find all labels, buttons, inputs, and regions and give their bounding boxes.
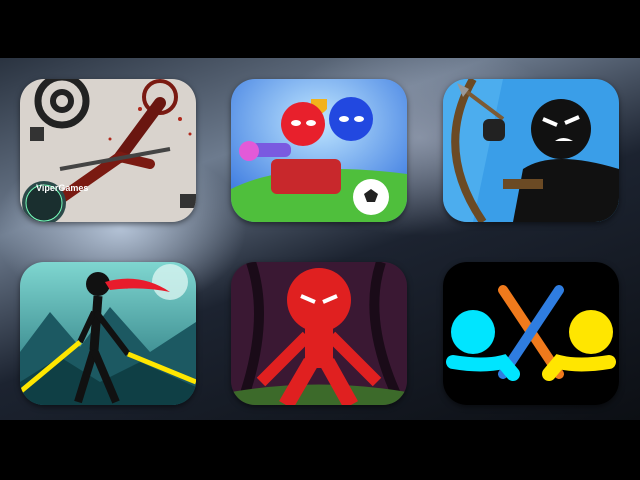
app-icon-ragdoll[interactable]: ViperGames — [20, 79, 196, 222]
stickman-ninja-icon — [20, 262, 196, 405]
badge-label: ViperGames — [36, 183, 88, 193]
app-icon-ninja[interactable] — [20, 262, 196, 405]
stickman-party-icon — [231, 79, 407, 222]
app-icon-red-stickman[interactable] — [231, 262, 407, 405]
app-icon-party[interactable] — [231, 79, 407, 222]
red-stickman-icon — [231, 262, 407, 405]
stickman-duel-icon — [443, 262, 619, 405]
stickman-ragdoll-icon: ViperGames — [20, 79, 196, 222]
app-icon-supreme-duelist[interactable] — [443, 262, 619, 405]
stickman-archer-icon — [443, 79, 619, 222]
app-icon-archer[interactable] — [443, 79, 619, 222]
